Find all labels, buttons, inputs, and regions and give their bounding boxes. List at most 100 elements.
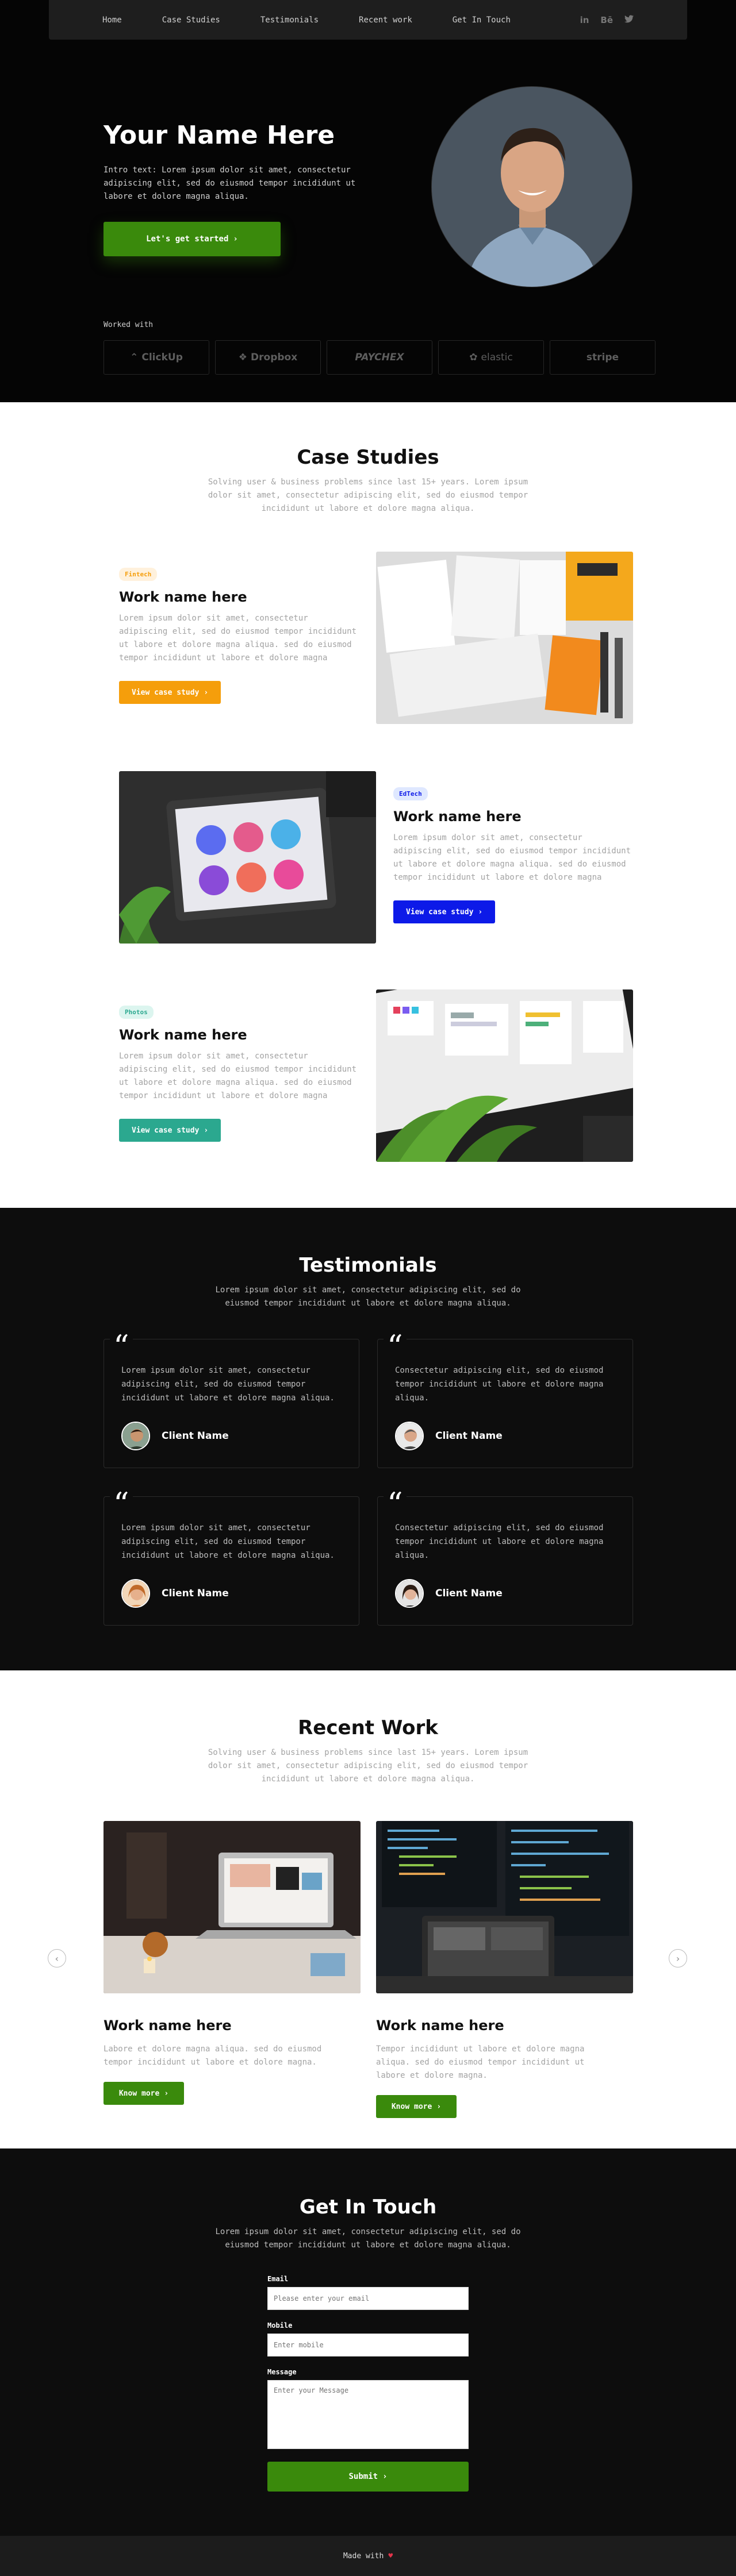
- contact-subtitle: Lorem ipsum dolor sit amet, consectetur …: [215, 2227, 521, 2250]
- recent-work-description: Tempor incididunt ut labore et dolore ma…: [376, 2044, 585, 2080]
- footer-text: Made with: [343, 2551, 384, 2560]
- case-title: Work name here: [393, 808, 522, 825]
- hero-intro: Intro text: Lorem ipsum dolor sit amet, …: [103, 165, 356, 201]
- nav-home[interactable]: Home: [102, 16, 122, 25]
- case-title: Work name here: [119, 1027, 247, 1043]
- chevron-left-icon: ‹: [54, 1953, 60, 1964]
- case-study-3: Photos Work name here Lorem ipsum dolor …: [119, 1006, 361, 1142]
- testimonials-title: Testimonials: [299, 1254, 437, 1277]
- hero-title: Your Name Here: [103, 121, 335, 150]
- testimonial-text: Lorem ipsum dolor sit amet, consectetur …: [121, 1523, 335, 1560]
- client-name: Client Name: [162, 1588, 229, 1599]
- recent-work-image: [103, 1821, 361, 1993]
- nav-recent-work[interactable]: Recent work: [359, 16, 412, 25]
- case-study-2: EdTech Work name here Lorem ipsum dolor …: [393, 787, 635, 923]
- avatar: [395, 1579, 424, 1608]
- quote-icon: “: [110, 1331, 133, 1362]
- case-study-3-image: [376, 989, 633, 1162]
- testimonial-card: “ Lorem ipsum dolor sit amet, consectetu…: [103, 1331, 359, 1468]
- mobile-field[interactable]: [267, 2334, 469, 2356]
- elastic-logo: ✿ elastic: [438, 340, 544, 375]
- email-field[interactable]: [267, 2287, 469, 2310]
- recent-work-title: Recent Work: [298, 1716, 438, 1739]
- case-tag: Fintech: [119, 568, 158, 581]
- case-studies-subtitle: Solving user & business problems since l…: [208, 478, 528, 513]
- clickup-logo: ⌃ ClickUp: [103, 340, 209, 375]
- avatar: [121, 1422, 150, 1450]
- quote-icon: “: [384, 1331, 407, 1362]
- testimonial-card: “ Lorem ipsum dolor sit amet, consectetu…: [103, 1489, 359, 1626]
- know-more-button[interactable]: Know more ›: [376, 2095, 457, 2118]
- get-started-label: Let's get started: [146, 234, 229, 244]
- know-more-button[interactable]: Know more ›: [103, 2082, 184, 2105]
- behance-icon[interactable]: Bē: [600, 15, 613, 25]
- recent-work-title: Work name here: [376, 2017, 504, 2034]
- get-started-button[interactable]: Let's get started ›: [103, 222, 281, 256]
- footer: Made with ♥: [0, 2536, 736, 2576]
- testimonial-text: Lorem ipsum dolor sit amet, consectetur …: [121, 1366, 335, 1403]
- paychex-logo: PAYCHEX: [327, 340, 432, 375]
- chevron-right-icon: ›: [436, 2102, 442, 2111]
- testimonial-text: Consectetur adipiscing elit, sed do eius…: [395, 1366, 604, 1403]
- quote-icon: “: [110, 1489, 133, 1520]
- case-title: Work name here: [119, 589, 247, 605]
- case-study-2-image: [119, 771, 376, 944]
- contact-title: Get In Touch: [299, 2196, 437, 2219]
- hero-section: Home Case Studies Testimonials Recent wo…: [0, 0, 736, 402]
- chevron-right-icon: ›: [382, 2472, 388, 2481]
- client-logos: ⌃ ClickUp ❖ Dropbox PAYCHEX ✿ elastic strip…: [103, 340, 656, 375]
- carousel-prev-button[interactable]: ‹: [48, 1949, 66, 1967]
- recent-work-section: Recent Work Solving user & business prob…: [0, 1670, 736, 2148]
- carousel-next-button[interactable]: ›: [669, 1949, 687, 1967]
- contact-section: Get In Touch Lorem ipsum dolor sit amet,…: [0, 2148, 736, 2576]
- linkedin-icon[interactable]: in: [580, 15, 589, 25]
- dropbox-logo: ❖ Dropbox: [215, 340, 321, 375]
- stripe-logo: stripe: [550, 340, 656, 375]
- chevron-right-icon: ›: [233, 234, 238, 244]
- case-description: Lorem ipsum dolor sit amet, consectetur …: [119, 1052, 357, 1100]
- testimonials-subtitle: Lorem ipsum dolor sit amet, consectetur …: [215, 1285, 521, 1308]
- testimonials-section: Testimonials Lorem ipsum dolor sit amet,…: [0, 1208, 736, 1670]
- nav-testimonials[interactable]: Testimonials: [260, 16, 319, 25]
- mobile-label: Mobile: [267, 2321, 293, 2329]
- client-name: Client Name: [435, 1588, 503, 1599]
- chevron-right-icon: ›: [675, 1953, 681, 1964]
- clickup-icon: ⌃: [130, 352, 139, 363]
- nav-get-in-touch[interactable]: Get In Touch: [453, 16, 511, 25]
- heart-icon: ♥: [388, 2551, 393, 2560]
- case-description: Lorem ipsum dolor sit amet, consectetur …: [393, 833, 631, 882]
- chevron-right-icon: ›: [204, 1126, 209, 1135]
- recent-work-card: Work name here Tempor incididunt ut labo…: [376, 1821, 633, 2118]
- recent-work-description: Labore et dolore magna aliqua. sed do ei…: [103, 2044, 322, 2067]
- case-studies-section: Case Studies Solving user & business pro…: [0, 402, 736, 1208]
- nav-case-studies[interactable]: Case Studies: [162, 16, 220, 25]
- testimonial-card: “ Consectetur adipiscing elit, sed do ei…: [377, 1489, 633, 1626]
- recent-work-subtitle: Solving user & business problems since l…: [208, 1748, 528, 1784]
- client-name: Client Name: [435, 1430, 503, 1442]
- dropbox-icon: ❖: [238, 352, 248, 363]
- recent-work-title: Work name here: [103, 2017, 232, 2034]
- chevron-right-icon: ›: [164, 2089, 169, 2098]
- view-case-study-button[interactable]: View case study ›: [393, 900, 496, 923]
- case-description: Lorem ipsum dolor sit amet, consectetur …: [119, 614, 357, 663]
- worked-with-label: Worked with: [103, 321, 154, 329]
- profile-photo: [431, 86, 632, 287]
- submit-button[interactable]: Submit ›: [267, 2462, 469, 2492]
- case-studies-title: Case Studies: [297, 446, 439, 469]
- recent-work-image: [376, 1821, 633, 1993]
- chevron-right-icon: ›: [204, 688, 209, 697]
- contact-form: Email Mobile Message Submit›: [267, 2275, 469, 2492]
- view-case-study-button[interactable]: View case study ›: [119, 1119, 221, 1142]
- view-case-study-button[interactable]: View case study ›: [119, 681, 221, 704]
- message-field[interactable]: [267, 2380, 469, 2449]
- twitter-icon[interactable]: [624, 14, 634, 25]
- top-nav: Home Case Studies Testimonials Recent wo…: [49, 0, 687, 40]
- email-label: Email: [267, 2275, 289, 2283]
- case-tag: Photos: [119, 1006, 154, 1019]
- message-label: Message: [267, 2368, 297, 2376]
- elastic-icon: ✿: [469, 352, 478, 363]
- recent-work-card: Work name here Labore et dolore magna al…: [103, 1821, 361, 2105]
- avatar: [395, 1422, 424, 1450]
- chevron-right-icon: ›: [478, 907, 483, 917]
- case-tag: EdTech: [393, 787, 428, 800]
